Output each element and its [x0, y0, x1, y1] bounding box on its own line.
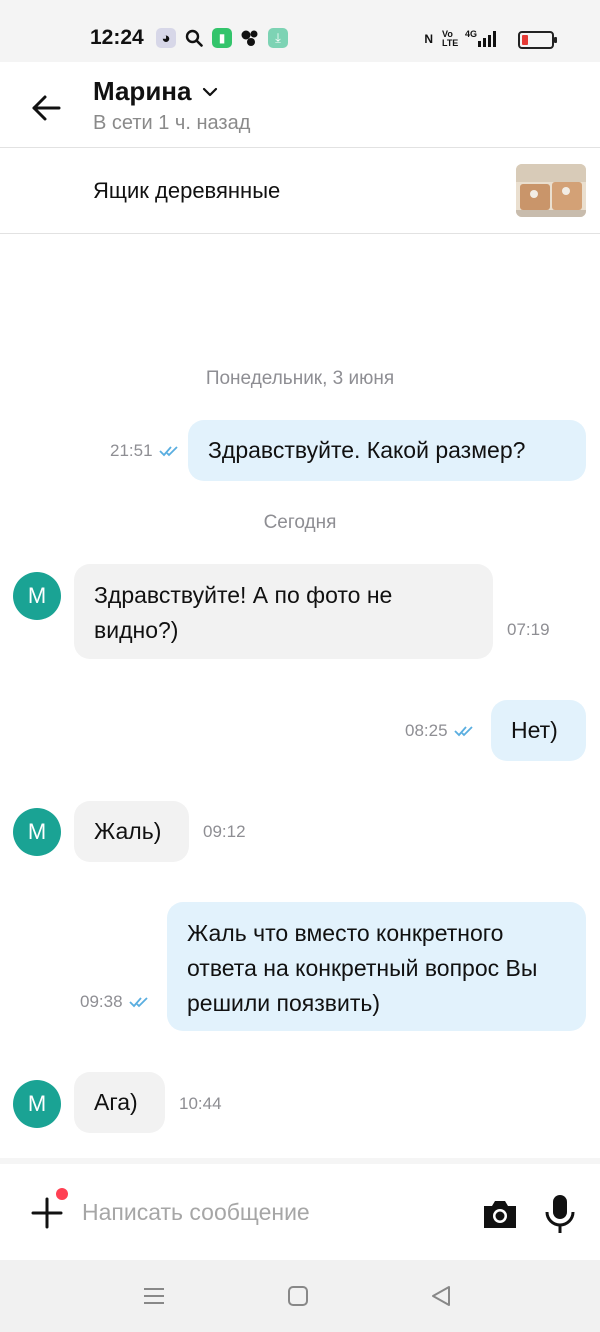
listing-bar[interactable]: Ящик деревянные: [0, 148, 600, 234]
message-bubble-incoming[interactable]: Ага): [74, 1072, 165, 1133]
search-icon: [184, 28, 204, 48]
message-text: Нет): [511, 717, 558, 743]
message-composer: [0, 1158, 600, 1260]
message-bubble-outgoing[interactable]: Жаль что вместо конкретного ответа на ко…: [167, 902, 586, 1031]
back-button[interactable]: [26, 88, 66, 128]
message-time: 09:12: [203, 822, 246, 841]
avatar[interactable]: М: [13, 572, 61, 620]
message-time: 09:38: [80, 992, 123, 1011]
message-text: Здравствуйте! А по фото не видно?): [94, 582, 393, 643]
message-meta: 10:44: [179, 1094, 222, 1114]
message-meta: 07:19: [507, 620, 550, 640]
double-check-icon: [158, 446, 178, 457]
message-bubble-incoming[interactable]: Жаль): [74, 801, 189, 862]
battery-saver-icon: ▮: [212, 28, 232, 48]
home-icon[interactable]: [287, 1285, 309, 1307]
message-time: 10:44: [179, 1094, 222, 1113]
message-bubble-incoming[interactable]: Здравствуйте! А по фото не видно?): [74, 564, 493, 659]
status-bar: 12:24 ◕ ▮ ⤓ N Vo LTE 4G: [0, 0, 600, 62]
message-input[interactable]: [82, 1190, 462, 1234]
message-time: 21:51: [110, 441, 153, 460]
message-time: 08:25: [405, 721, 448, 740]
chevron-down-icon[interactable]: [202, 84, 218, 100]
message-text: Ага): [94, 1089, 138, 1115]
chat-header: Марина В сети 1 ч. назад: [0, 62, 600, 148]
nfc-icon: N: [424, 32, 433, 46]
menu-icon[interactable]: [142, 1284, 166, 1308]
camera-icon: [484, 1201, 516, 1228]
arrow-left-icon: [32, 95, 61, 121]
message-bubble-outgoing[interactable]: Нет): [491, 700, 586, 761]
date-separator: Сегодня: [263, 512, 337, 533]
microphone-icon: [545, 1195, 575, 1233]
message-text: Здравствуйте. Какой размер?: [208, 437, 526, 463]
message-meta: 09:38: [80, 992, 151, 1012]
avatar[interactable]: М: [13, 1080, 61, 1128]
message-meta: 21:51: [110, 441, 181, 461]
listing-title[interactable]: Ящик деревянные: [93, 178, 280, 204]
signal-4g-icon: 4G: [465, 29, 499, 49]
listing-thumbnail[interactable]: [516, 164, 586, 217]
message-time: 07:19: [507, 620, 550, 639]
volte-icon: Vo LTE: [441, 29, 459, 48]
message-meta: 08:25: [405, 721, 476, 741]
message-text: Жаль что вместо конкретного ответа на ко…: [187, 920, 538, 1016]
battery-indicator: [518, 31, 557, 49]
voice-message-button[interactable]: [542, 1192, 578, 1236]
status-icons-left: ◕ ▮ ⤓: [156, 28, 288, 48]
camera-button[interactable]: [480, 1194, 520, 1234]
message-bubble-outgoing[interactable]: Здравствуйте. Какой размер?: [188, 420, 586, 481]
chat-area[interactable]: Понедельник, 3 июня 21:51 Здравствуйте. …: [0, 234, 600, 1158]
app-icon: ◕: [156, 28, 176, 48]
bubbles-icon: [240, 28, 260, 48]
contact-name[interactable]: Марина: [93, 76, 191, 107]
double-check-icon: [128, 997, 148, 1008]
system-navigation-bar: [0, 1260, 600, 1332]
download-icon: ⤓: [268, 28, 288, 48]
double-check-icon: [453, 726, 473, 737]
avatar[interactable]: М: [13, 808, 61, 856]
status-time: 12:24: [90, 26, 144, 49]
message-meta: 09:12: [203, 822, 246, 842]
date-separator: Понедельник, 3 июня: [205, 368, 395, 389]
wooden-box-image: [516, 164, 586, 217]
nav-back-icon[interactable]: [429, 1284, 453, 1308]
message-text: Жаль): [94, 818, 162, 844]
notification-dot: [56, 1188, 68, 1200]
contact-status: В сети 1 ч. назад: [93, 112, 251, 134]
network-type-label: 4G: [464, 29, 477, 39]
